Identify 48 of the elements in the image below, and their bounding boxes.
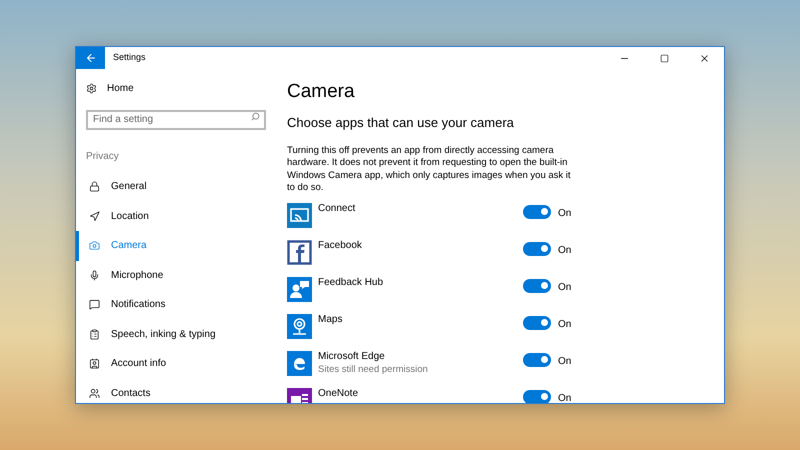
search-field[interactable]: Find a setting [86, 110, 266, 130]
people-icon [89, 388, 100, 399]
page-title: Camera [287, 80, 356, 104]
app-note: Sites still need permission [318, 362, 429, 376]
toggle-state-label: On [558, 244, 572, 258]
contact-card-icon [89, 358, 100, 370]
app-name: Feedback Hub [318, 276, 384, 288]
app-name: Facebook [318, 240, 363, 252]
app-name: Connect [318, 202, 356, 214]
speech-bubble-icon [89, 299, 100, 310]
toggle-switch[interactable] [523, 316, 551, 330]
search-icon [251, 112, 260, 121]
sidebar-item[interactable]: Account info [76, 349, 276, 378]
toggle-state-label: On [558, 280, 572, 294]
section-subtitle: Choose apps that can use your camera [287, 114, 515, 132]
back-button[interactable] [76, 47, 105, 69]
section-heading: Privacy [85, 150, 120, 164]
sidebar-item[interactable]: Location [76, 202, 276, 231]
maximize-icon [660, 54, 668, 62]
location-icon [89, 210, 100, 222]
clipboard-icon [89, 328, 100, 340]
app-name: Maps [318, 314, 344, 326]
close-icon [698, 52, 710, 64]
camera-icon [89, 240, 100, 252]
toggle-state-label: On [558, 392, 572, 403]
toggle-switch[interactable] [523, 278, 551, 292]
sidebar-item[interactable]: Notifications [76, 290, 276, 320]
toggle-switch[interactable] [523, 390, 551, 403]
sidebar-item[interactable]: Camera [76, 231, 276, 260]
toggle-state-label: On [558, 318, 572, 332]
sidebar-item[interactable]: Speech, inking & typing [76, 320, 276, 349]
settings-icon [86, 83, 97, 94]
window-title: Settings [113, 51, 146, 64]
toggle-state-label: On [558, 206, 572, 220]
sidebar-item[interactable]: Contacts [76, 378, 276, 403]
app-name: OneNote [318, 388, 360, 400]
back-arrow-icon [84, 52, 96, 64]
microphone-icon [89, 270, 100, 281]
sidebar-item[interactable]: Microphone [76, 260, 276, 290]
toggle-switch[interactable] [523, 352, 551, 366]
padlock-icon [89, 181, 100, 192]
home-nav-item[interactable]: Home [76, 81, 276, 96]
toggle-switch[interactable] [523, 204, 551, 218]
sidebar-item[interactable]: General [76, 172, 276, 202]
app-name: Microsoft Edge [318, 350, 386, 362]
description-text: Turning this off prevents an app from directly accessing camera hardware. It does not prevent it from requesting to open the built-in Windows Camera app, which only captures images when you ask it to do so. [287, 144, 572, 194]
toggle-state-label: On [558, 354, 572, 368]
toggle-switch[interactable] [523, 242, 551, 256]
